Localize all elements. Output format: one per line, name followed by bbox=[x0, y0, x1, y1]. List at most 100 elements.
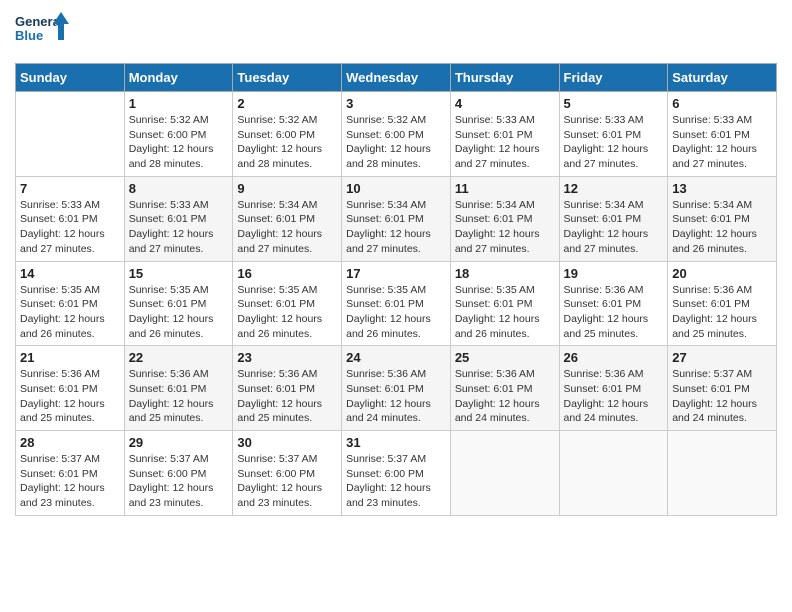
col-header-tuesday: Tuesday bbox=[233, 64, 342, 92]
day-info: Sunrise: 5:36 AM Sunset: 6:01 PM Dayligh… bbox=[20, 367, 120, 426]
day-info: Sunrise: 5:35 AM Sunset: 6:01 PM Dayligh… bbox=[237, 283, 337, 342]
calendar-table: SundayMondayTuesdayWednesdayThursdayFrid… bbox=[15, 63, 777, 516]
day-number: 17 bbox=[346, 266, 446, 281]
day-number: 1 bbox=[129, 96, 229, 111]
day-number: 20 bbox=[672, 266, 772, 281]
day-cell: 28 Sunrise: 5:37 AM Sunset: 6:01 PM Dayli… bbox=[16, 431, 125, 516]
col-header-saturday: Saturday bbox=[668, 64, 777, 92]
day-number: 23 bbox=[237, 350, 337, 365]
day-number: 7 bbox=[20, 181, 120, 196]
day-cell: 26 Sunrise: 5:36 AM Sunset: 6:01 PM Dayli… bbox=[559, 346, 668, 431]
page-header: General Blue bbox=[15, 10, 777, 55]
day-cell: 17 Sunrise: 5:35 AM Sunset: 6:01 PM Dayli… bbox=[342, 261, 451, 346]
day-number: 3 bbox=[346, 96, 446, 111]
day-info: Sunrise: 5:36 AM Sunset: 6:01 PM Dayligh… bbox=[346, 367, 446, 426]
day-info: Sunrise: 5:33 AM Sunset: 6:01 PM Dayligh… bbox=[20, 198, 120, 257]
day-cell: 27 Sunrise: 5:37 AM Sunset: 6:01 PM Dayli… bbox=[668, 346, 777, 431]
day-info: Sunrise: 5:36 AM Sunset: 6:01 PM Dayligh… bbox=[237, 367, 337, 426]
week-row-2: 7 Sunrise: 5:33 AM Sunset: 6:01 PM Daylig… bbox=[16, 176, 777, 261]
day-info: Sunrise: 5:34 AM Sunset: 6:01 PM Dayligh… bbox=[564, 198, 664, 257]
day-number: 30 bbox=[237, 435, 337, 450]
day-number: 25 bbox=[455, 350, 555, 365]
day-number: 11 bbox=[455, 181, 555, 196]
day-cell: 8 Sunrise: 5:33 AM Sunset: 6:01 PM Daylig… bbox=[124, 176, 233, 261]
day-info: Sunrise: 5:33 AM Sunset: 6:01 PM Dayligh… bbox=[672, 113, 772, 172]
day-number: 19 bbox=[564, 266, 664, 281]
day-info: Sunrise: 5:35 AM Sunset: 6:01 PM Dayligh… bbox=[20, 283, 120, 342]
day-cell: 15 Sunrise: 5:35 AM Sunset: 6:01 PM Dayli… bbox=[124, 261, 233, 346]
day-cell: 4 Sunrise: 5:33 AM Sunset: 6:01 PM Daylig… bbox=[450, 92, 559, 177]
day-cell: 20 Sunrise: 5:36 AM Sunset: 6:01 PM Dayli… bbox=[668, 261, 777, 346]
svg-text:Blue: Blue bbox=[15, 28, 43, 43]
day-cell bbox=[450, 431, 559, 516]
day-info: Sunrise: 5:37 AM Sunset: 6:01 PM Dayligh… bbox=[672, 367, 772, 426]
day-number: 2 bbox=[237, 96, 337, 111]
day-number: 4 bbox=[455, 96, 555, 111]
day-info: Sunrise: 5:35 AM Sunset: 6:01 PM Dayligh… bbox=[346, 283, 446, 342]
day-cell: 30 Sunrise: 5:37 AM Sunset: 6:00 PM Dayli… bbox=[233, 431, 342, 516]
logo-svg: General Blue bbox=[15, 10, 70, 55]
day-info: Sunrise: 5:33 AM Sunset: 6:01 PM Dayligh… bbox=[455, 113, 555, 172]
day-info: Sunrise: 5:32 AM Sunset: 6:00 PM Dayligh… bbox=[237, 113, 337, 172]
day-info: Sunrise: 5:33 AM Sunset: 6:01 PM Dayligh… bbox=[129, 198, 229, 257]
day-cell bbox=[559, 431, 668, 516]
day-info: Sunrise: 5:36 AM Sunset: 6:01 PM Dayligh… bbox=[564, 367, 664, 426]
day-info: Sunrise: 5:37 AM Sunset: 6:01 PM Dayligh… bbox=[20, 452, 120, 511]
week-row-5: 28 Sunrise: 5:37 AM Sunset: 6:01 PM Dayli… bbox=[16, 431, 777, 516]
header-row: SundayMondayTuesdayWednesdayThursdayFrid… bbox=[16, 64, 777, 92]
week-row-1: 1 Sunrise: 5:32 AM Sunset: 6:00 PM Daylig… bbox=[16, 92, 777, 177]
day-info: Sunrise: 5:37 AM Sunset: 6:00 PM Dayligh… bbox=[129, 452, 229, 511]
day-cell: 1 Sunrise: 5:32 AM Sunset: 6:00 PM Daylig… bbox=[124, 92, 233, 177]
day-number: 5 bbox=[564, 96, 664, 111]
week-row-3: 14 Sunrise: 5:35 AM Sunset: 6:01 PM Dayli… bbox=[16, 261, 777, 346]
day-cell: 29Sunrise: 5:37 AM Sunset: 6:00 PM Dayli… bbox=[124, 431, 233, 516]
day-cell: 5 Sunrise: 5:33 AM Sunset: 6:01 PM Daylig… bbox=[559, 92, 668, 177]
col-header-monday: Monday bbox=[124, 64, 233, 92]
day-number: 13 bbox=[672, 181, 772, 196]
day-info: Sunrise: 5:36 AM Sunset: 6:01 PM Dayligh… bbox=[129, 367, 229, 426]
day-info: Sunrise: 5:35 AM Sunset: 6:01 PM Dayligh… bbox=[129, 283, 229, 342]
day-number: 9 bbox=[237, 181, 337, 196]
logo: General Blue bbox=[15, 10, 70, 55]
day-info: Sunrise: 5:37 AM Sunset: 6:00 PM Dayligh… bbox=[346, 452, 446, 511]
day-number: 26 bbox=[564, 350, 664, 365]
day-number: 15 bbox=[129, 266, 229, 281]
day-cell bbox=[16, 92, 125, 177]
col-header-friday: Friday bbox=[559, 64, 668, 92]
day-number: 21 bbox=[20, 350, 120, 365]
day-info: Sunrise: 5:33 AM Sunset: 6:01 PM Dayligh… bbox=[564, 113, 664, 172]
day-cell: 23 Sunrise: 5:36 AM Sunset: 6:01 PM Dayli… bbox=[233, 346, 342, 431]
day-number: 27 bbox=[672, 350, 772, 365]
day-cell: 25 Sunrise: 5:36 AM Sunset: 6:01 PM Dayli… bbox=[450, 346, 559, 431]
day-number: 12 bbox=[564, 181, 664, 196]
day-cell: 16 Sunrise: 5:35 AM Sunset: 6:01 PM Dayli… bbox=[233, 261, 342, 346]
day-info: Sunrise: 5:35 AM Sunset: 6:01 PM Dayligh… bbox=[455, 283, 555, 342]
day-cell: 2 Sunrise: 5:32 AM Sunset: 6:00 PM Daylig… bbox=[233, 92, 342, 177]
day-info: Sunrise: 5:32 AM Sunset: 6:00 PM Dayligh… bbox=[346, 113, 446, 172]
day-cell: 11 Sunrise: 5:34 AM Sunset: 6:01 PM Dayli… bbox=[450, 176, 559, 261]
day-cell: 10Sunrise: 5:34 AM Sunset: 6:01 PM Dayli… bbox=[342, 176, 451, 261]
day-number: 8 bbox=[129, 181, 229, 196]
day-number: 18 bbox=[455, 266, 555, 281]
day-cell: 21 Sunrise: 5:36 AM Sunset: 6:01 PM Dayli… bbox=[16, 346, 125, 431]
day-cell: 18 Sunrise: 5:35 AM Sunset: 6:01 PM Dayli… bbox=[450, 261, 559, 346]
day-number: 28 bbox=[20, 435, 120, 450]
day-cell: 24 Sunrise: 5:36 AM Sunset: 6:01 PM Dayli… bbox=[342, 346, 451, 431]
day-info: Sunrise: 5:32 AM Sunset: 6:00 PM Dayligh… bbox=[129, 113, 229, 172]
day-number: 10 bbox=[346, 181, 446, 196]
day-info: Sunrise: 5:37 AM Sunset: 6:00 PM Dayligh… bbox=[237, 452, 337, 511]
day-info: Sunrise: 5:34 AM Sunset: 6:01 PM Dayligh… bbox=[237, 198, 337, 257]
day-info: Sunrise: 5:36 AM Sunset: 6:01 PM Dayligh… bbox=[672, 283, 772, 342]
day-number: 6 bbox=[672, 96, 772, 111]
day-info: Sunrise: 5:34 AM Sunset: 6:01 PM Dayligh… bbox=[672, 198, 772, 257]
day-number: 16 bbox=[237, 266, 337, 281]
day-number: 24 bbox=[346, 350, 446, 365]
week-row-4: 21 Sunrise: 5:36 AM Sunset: 6:01 PM Dayli… bbox=[16, 346, 777, 431]
day-cell: 13 Sunrise: 5:34 AM Sunset: 6:01 PM Dayli… bbox=[668, 176, 777, 261]
day-info: Sunrise: 5:36 AM Sunset: 6:01 PM Dayligh… bbox=[455, 367, 555, 426]
day-number: 14 bbox=[20, 266, 120, 281]
day-info: Sunrise: 5:34 AM Sunset: 6:01 PM Dayligh… bbox=[455, 198, 555, 257]
day-cell: 3 Sunrise: 5:32 AM Sunset: 6:00 PM Daylig… bbox=[342, 92, 451, 177]
day-cell: 14 Sunrise: 5:35 AM Sunset: 6:01 PM Dayli… bbox=[16, 261, 125, 346]
col-header-wednesday: Wednesday bbox=[342, 64, 451, 92]
